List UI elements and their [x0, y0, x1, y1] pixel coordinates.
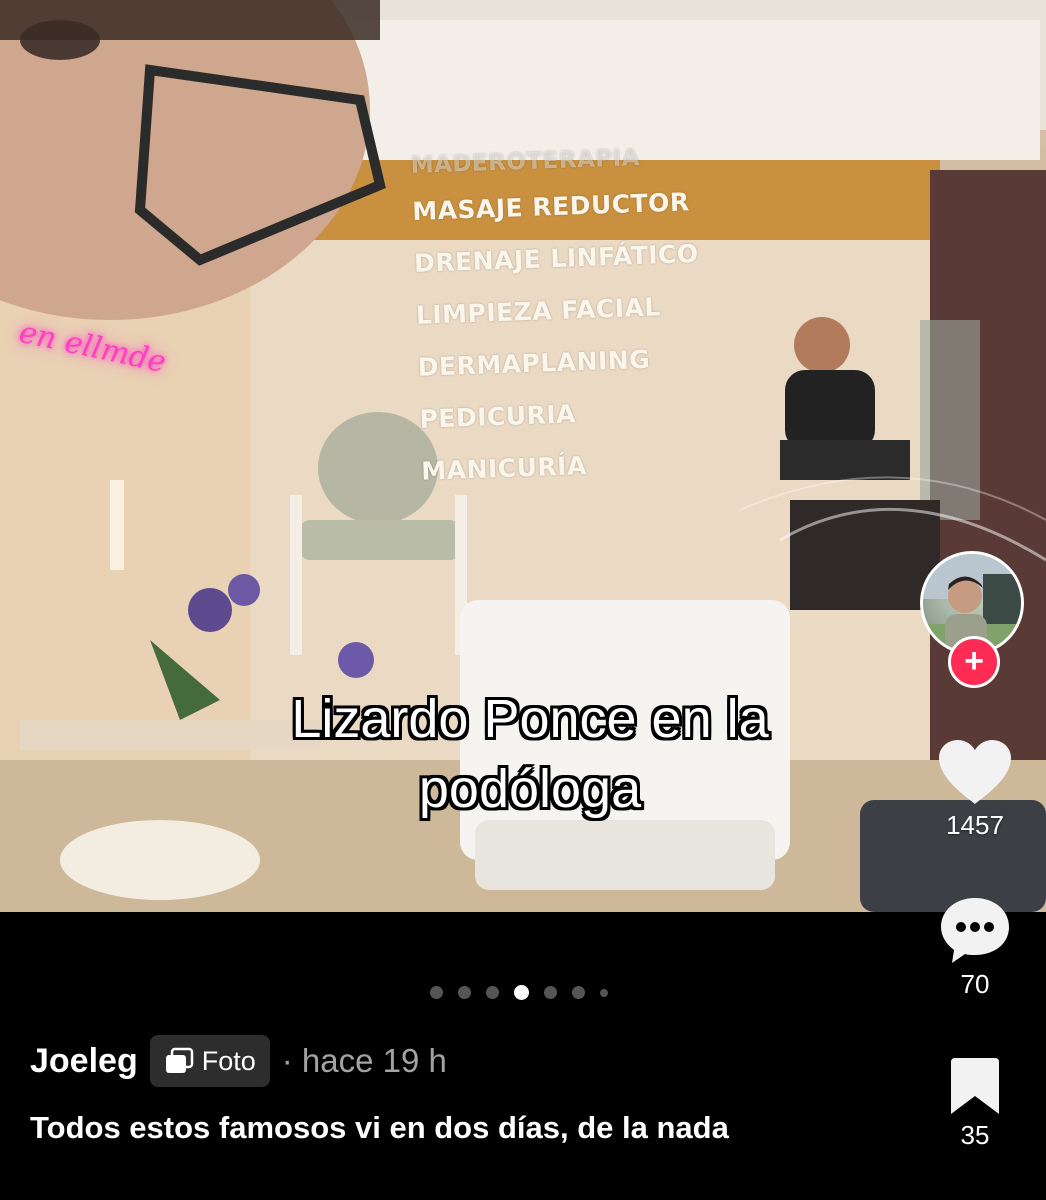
comment-action[interactable]: 70 [930, 895, 1020, 1000]
save-count: 35 [960, 1120, 990, 1150]
heart-icon[interactable] [937, 738, 1013, 806]
carousel-indicator [430, 985, 608, 1000]
services-list: MADEROTERAPIA MASAJE REDUCTOR DRENAJE LI… [410, 136, 707, 498]
badge-label: Foto [201, 1045, 256, 1076]
plus-icon: + [964, 641, 984, 680]
author-row: Joeleg Foto · hace 19 h [30, 1034, 447, 1088]
overlay-caption: Lizardo Ponce en la podóloga [150, 684, 910, 824]
carousel-dot[interactable] [430, 986, 443, 999]
overlay-caption-line2: podóloga [418, 759, 642, 819]
comment-icon[interactable] [938, 895, 1012, 965]
post-description[interactable]: Todos estos famosos vi en dos días, de l… [30, 1108, 790, 1148]
service-item: MANICURÍA [420, 451, 588, 486]
author-name[interactable]: Joeleg [30, 1042, 138, 1081]
comment-count: 70 [960, 969, 990, 999]
save-action[interactable]: 35 [930, 1056, 1020, 1151]
carousel-dot[interactable] [486, 986, 499, 999]
carousel-dot[interactable] [572, 986, 585, 999]
bookmark-icon[interactable] [947, 1056, 1003, 1116]
follow-button[interactable]: + [948, 636, 1000, 688]
carousel-dot-active[interactable] [514, 985, 529, 1000]
post-photo[interactable]: en ellmde MADEROTERAPIA MASAJE REDUCTOR … [0, 0, 1046, 912]
overlay-caption-line1: Lizardo Ponce en la [291, 689, 769, 749]
carousel-dot[interactable] [544, 986, 557, 999]
service-item: LIMPIEZA FACIAL [415, 292, 662, 330]
photo-icon [165, 1047, 193, 1073]
like-count: 1457 [946, 810, 1004, 840]
carousel-dot[interactable] [458, 986, 471, 999]
like-action[interactable]: 1457 [930, 738, 1020, 841]
carousel-dot[interactable] [600, 988, 608, 997]
photo-badge: Foto [149, 1035, 270, 1087]
post-time: · hace 19 h [281, 1042, 447, 1079]
author-avatar-group: + [920, 551, 1028, 688]
